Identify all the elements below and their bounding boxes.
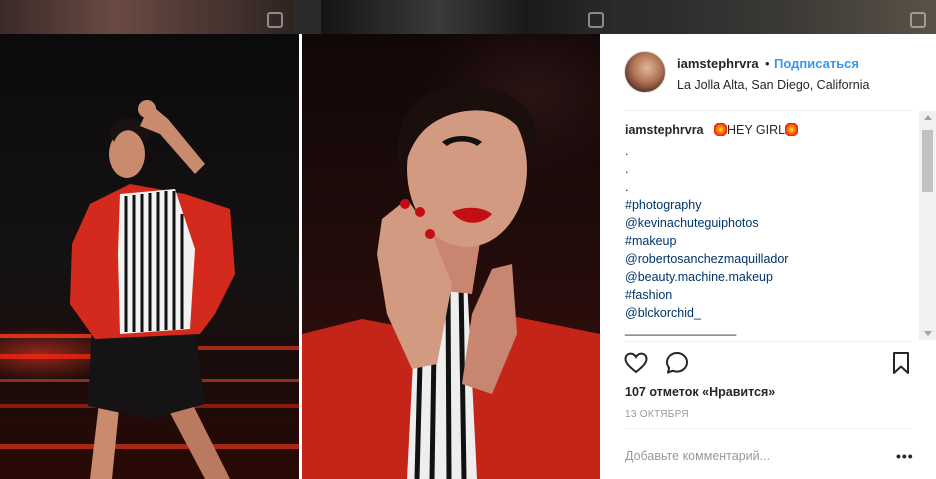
caption-divider <box>624 341 912 342</box>
header-username[interactable]: iamstephrvra <box>677 56 759 71</box>
post-modal: iamstephrvra • Подписаться La Jolla Alta… <box>0 34 936 479</box>
feed-tile[interactable] <box>321 0 614 34</box>
caption-dot: . <box>625 180 629 194</box>
avatar[interactable] <box>624 51 666 93</box>
more-options-button[interactable]: ••• <box>896 448 914 464</box>
post-media[interactable] <box>0 34 600 479</box>
mention-link[interactable]: @beauty.machine.makeup <box>625 270 773 284</box>
scroll-down-icon[interactable] <box>924 331 932 336</box>
hashtag-link[interactable]: #fashion <box>625 288 672 302</box>
post-date[interactable]: 13 ОКТЯБРЯ <box>625 409 689 420</box>
comment-bubble-icon[interactable] <box>664 350 690 376</box>
add-comment-input[interactable]: Добавьте комментарий... <box>625 449 770 463</box>
caption-dot: . <box>625 162 629 176</box>
follow-button[interactable]: Подписаться <box>774 56 859 71</box>
post-photo-right <box>302 34 600 479</box>
action-bar <box>601 346 936 380</box>
caption-first-line: iamstephrvra HEY GIRL <box>625 123 799 137</box>
hashtag-link[interactable]: #photography <box>625 198 701 212</box>
comment-divider <box>624 428 912 429</box>
multiple-posts-icon <box>267 12 283 28</box>
feed-tile[interactable] <box>0 0 293 34</box>
explosion-emoji-icon <box>785 123 799 136</box>
mention-link[interactable]: @kevinachuteguiphotos <box>625 216 759 230</box>
caption-underline: ________________ <box>625 322 737 336</box>
explosion-emoji-icon <box>713 123 727 136</box>
mention-link[interactable]: @robertosanchezmaquillador <box>625 252 788 266</box>
scroll-up-icon[interactable] <box>924 115 932 120</box>
header-separator: • <box>765 56 770 71</box>
location-link[interactable]: La Jolla Alta, San Diego, California <box>677 78 869 92</box>
scrollbar-thumb[interactable] <box>922 130 933 192</box>
caption-area[interactable]: iamstephrvra HEY GIRL . . . #photography… <box>601 111 936 340</box>
post-side-panel: iamstephrvra • Подписаться La Jolla Alta… <box>601 34 936 479</box>
mention-link[interactable]: @blckorchid_ <box>625 306 701 320</box>
bookmark-icon[interactable] <box>888 350 914 376</box>
post-header: iamstephrvra • Подписаться La Jolla Alta… <box>601 34 936 110</box>
multiple-posts-icon <box>910 12 926 28</box>
multiple-posts-icon <box>588 12 604 28</box>
caption-scrollbar[interactable] <box>919 111 936 340</box>
feed-tile[interactable] <box>643 0 936 34</box>
caption-username[interactable]: iamstephrvra <box>625 123 704 137</box>
hashtag-link[interactable]: #makeup <box>625 234 676 248</box>
caption-text: HEY GIRL <box>726 123 786 137</box>
caption-dot: . <box>625 144 629 158</box>
heart-icon[interactable] <box>623 350 649 376</box>
likes-count[interactable]: 107 отметок «Нравится» <box>625 385 775 399</box>
post-photo-left <box>0 34 299 479</box>
